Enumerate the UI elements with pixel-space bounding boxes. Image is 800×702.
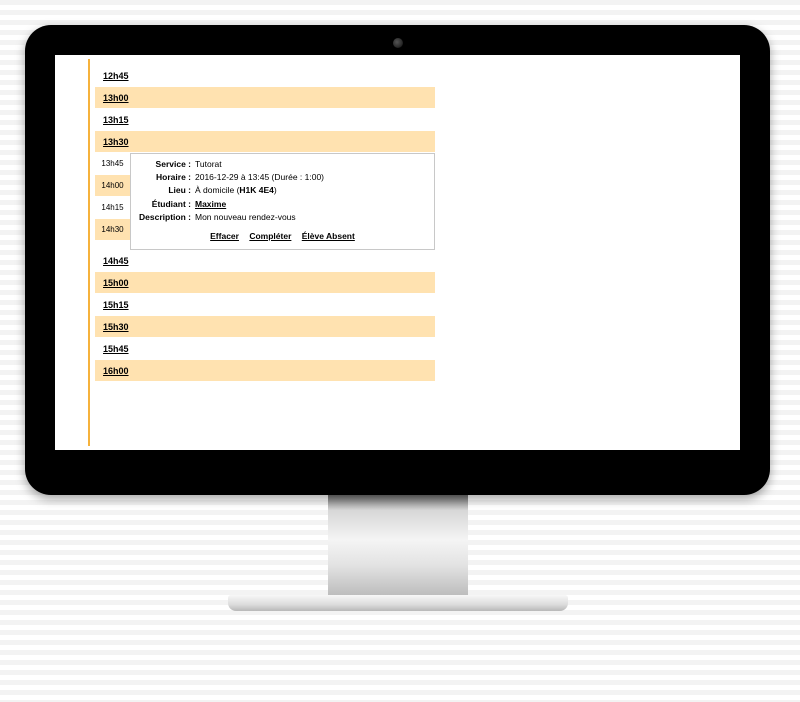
time-slots-bottom: 14h45 15h00 15h15 15h30 15h45 16h00 (95, 250, 435, 382)
time-slot-label: 14h30 (101, 225, 123, 234)
time-slot-link[interactable]: 15h00 (103, 278, 129, 288)
time-slot-link[interactable]: 15h15 (103, 300, 129, 310)
monitor-bezel: 12h45 13h00 13h15 13h30 13h45 14h00 14h15 14h3… (25, 25, 770, 495)
time-slot-label: 14h15 (101, 203, 123, 212)
time-slots-side: 13h45 14h00 14h15 14h30 (95, 153, 130, 250)
lieu-label: Lieu : (137, 184, 195, 197)
action-effacer[interactable]: Effacer (210, 231, 239, 241)
time-slot-label: 14h00 (101, 181, 123, 190)
detail-row-lieu: Lieu : À domicile (H1K 4E4) (137, 184, 428, 197)
etudiant-link[interactable]: Maxime (195, 199, 226, 209)
description-value: Mon nouveau rendez-vous (195, 211, 428, 224)
horaire-value: 2016-12-29 à 13:45 (Durée : 1:00) (195, 171, 428, 184)
time-slot[interactable]: 15h45 (95, 338, 435, 360)
detail-actions: Effacer Compléter Élève Absent (137, 230, 428, 243)
appointment-split: 13h45 14h00 14h15 14h30 Service : Tutorat H… (95, 153, 435, 250)
time-slot-link[interactable]: 12h45 (103, 71, 129, 81)
detail-row-horaire: Horaire : 2016-12-29 à 13:45 (Durée : 1:… (137, 171, 428, 184)
service-value: Tutorat (195, 158, 428, 171)
time-slot-label: 13h45 (101, 159, 123, 168)
lieu-value: À domicile (H1K 4E4) (195, 184, 428, 197)
appointment-detail-panel: Service : Tutorat Horaire : 2016-12-29 à… (130, 153, 435, 250)
action-completer[interactable]: Compléter (249, 231, 291, 241)
etudiant-value: Maxime (195, 198, 428, 211)
time-slot[interactable]: 16h00 (95, 360, 435, 382)
accent-stripe (88, 59, 90, 446)
time-slot: 14h15 (95, 197, 130, 219)
camera-icon (393, 38, 403, 48)
time-slot-link[interactable]: 13h15 (103, 115, 129, 125)
action-absent[interactable]: Élève Absent (302, 231, 355, 241)
monitor-stand-base (228, 595, 568, 611)
monitor-mockup: 12h45 13h00 13h15 13h30 13h45 14h00 14h15 14h3… (25, 25, 770, 611)
detail-row-service: Service : Tutorat (137, 158, 428, 171)
time-slot-link[interactable]: 13h30 (103, 137, 129, 147)
time-slot-link[interactable]: 13h00 (103, 93, 129, 103)
schedule-app: 12h45 13h00 13h15 13h30 13h45 14h00 14h15 14h3… (95, 65, 435, 382)
time-slot-link[interactable]: 15h45 (103, 344, 129, 354)
detail-row-description: Description : Mon nouveau rendez-vous (137, 211, 428, 224)
time-slot-link[interactable]: 14h45 (103, 256, 129, 266)
time-slot[interactable]: 15h15 (95, 294, 435, 316)
time-slot[interactable]: 13h00 (95, 87, 435, 109)
time-slot[interactable]: 15h00 (95, 272, 435, 294)
time-slot-link[interactable]: 16h00 (103, 366, 129, 376)
time-slot-link[interactable]: 15h30 (103, 322, 129, 332)
detail-row-etudiant: Étudiant : Maxime (137, 198, 428, 211)
service-label: Service : (137, 158, 195, 171)
time-slots-top: 12h45 13h00 13h15 13h30 (95, 65, 435, 153)
horaire-label: Horaire : (137, 171, 195, 184)
time-slot[interactable]: 14h45 (95, 250, 435, 272)
etudiant-label: Étudiant : (137, 198, 195, 211)
monitor-stand-neck (328, 495, 468, 595)
description-label: Description : (137, 211, 195, 224)
time-slot: 13h45 (95, 153, 130, 175)
time-slot: 14h30 (95, 219, 130, 241)
time-slot[interactable]: 15h30 (95, 316, 435, 338)
time-slot[interactable]: 12h45 (95, 65, 435, 87)
time-slot: 14h00 (95, 175, 130, 197)
screen: 12h45 13h00 13h15 13h30 13h45 14h00 14h15 14h3… (55, 55, 740, 450)
time-slot[interactable]: 13h15 (95, 109, 435, 131)
time-slot[interactable]: 13h30 (95, 131, 435, 153)
